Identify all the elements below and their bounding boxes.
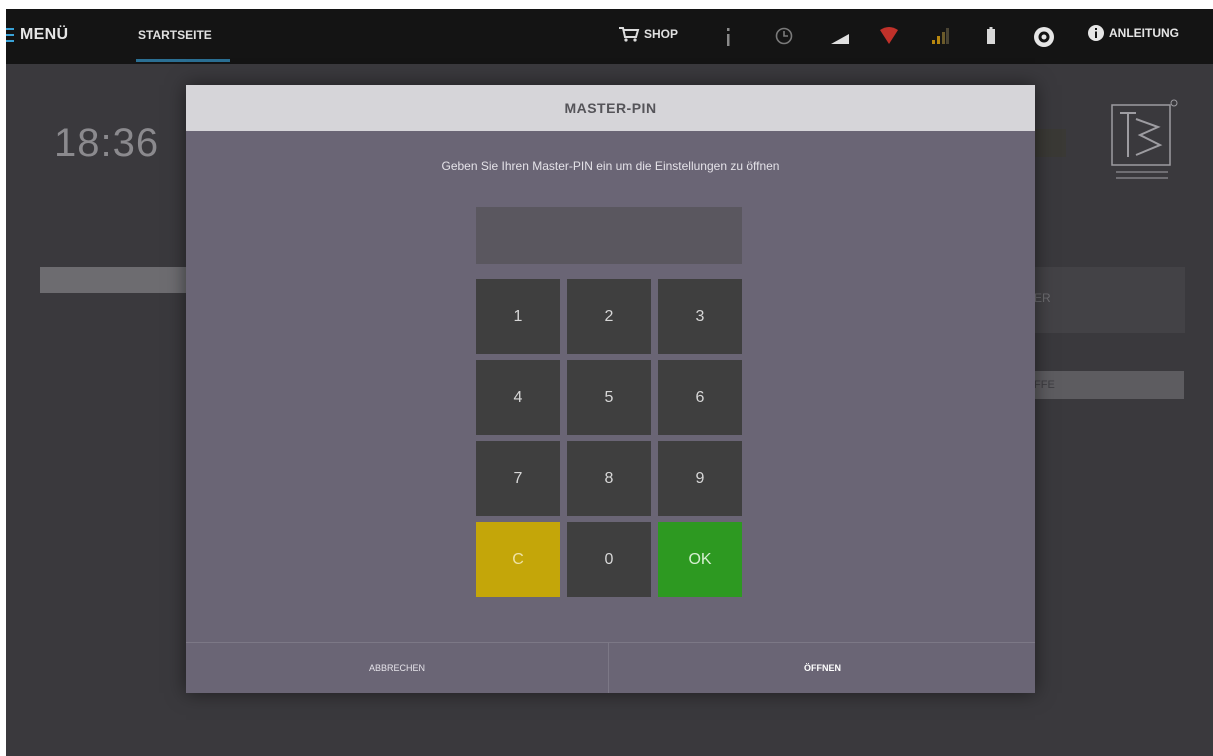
settings-circle-icon[interactable] bbox=[1033, 26, 1055, 48]
keypad-key-8[interactable]: 8 bbox=[567, 441, 651, 516]
master-pin-dialog: MASTER-PIN Geben Sie Ihren Master-PIN ei… bbox=[186, 85, 1035, 693]
app-screen: MENÜ STARTSEITE SHOP ANLEITUNG 18:36 ER … bbox=[6, 9, 1213, 756]
hamburger-icon bbox=[6, 28, 14, 42]
info-circle-icon bbox=[1088, 25, 1104, 41]
keypad-key-2[interactable]: 2 bbox=[567, 279, 651, 354]
pin-input-display[interactable] bbox=[476, 207, 742, 264]
battery-icon bbox=[987, 27, 995, 44]
cellular-icon bbox=[932, 28, 949, 44]
background-card: ER bbox=[1030, 267, 1185, 333]
tab-startseite-label: STARTSEITE bbox=[138, 28, 212, 42]
keypad-key-9[interactable]: 9 bbox=[658, 441, 742, 516]
keypad-key-3[interactable]: 3 bbox=[658, 279, 742, 354]
dialog-title: MASTER-PIN bbox=[564, 100, 657, 116]
keypad-key-0[interactable]: 0 bbox=[567, 522, 651, 597]
background-strip-label: FFE bbox=[1034, 379, 1055, 391]
tab-startseite[interactable]: STARTSEITE bbox=[130, 9, 234, 64]
dialog-header: MASTER-PIN bbox=[186, 85, 1035, 131]
shop-button[interactable]: SHOP bbox=[618, 25, 678, 43]
background-badge bbox=[1030, 129, 1066, 157]
signal-strength-icon bbox=[831, 34, 849, 44]
background-strip: FFE bbox=[1030, 371, 1184, 399]
keypad-key-1[interactable]: 1 bbox=[476, 279, 560, 354]
background-card-label: ER bbox=[1034, 291, 1051, 305]
help-label: ANLEITUNG bbox=[1109, 26, 1179, 40]
help-button[interactable]: ANLEITUNG bbox=[1088, 25, 1179, 41]
top-bar: MENÜ STARTSEITE SHOP ANLEITUNG bbox=[6, 9, 1213, 64]
clock-icon[interactable] bbox=[774, 26, 794, 46]
shopping-cart-icon bbox=[619, 27, 640, 42]
keypad-key-6[interactable]: 6 bbox=[658, 360, 742, 435]
clock-display: 18:36 bbox=[54, 121, 160, 165]
shop-label: SHOP bbox=[644, 27, 679, 41]
info-icon[interactable] bbox=[724, 26, 732, 48]
keypad-key-7[interactable]: 7 bbox=[476, 441, 560, 516]
cancel-button[interactable]: ABBRECHEN bbox=[186, 643, 609, 693]
keypad-clear-button[interactable]: C bbox=[476, 522, 560, 597]
dialog-footer: ABBRECHEN ÖFFNEN bbox=[186, 642, 1035, 693]
background-bar bbox=[40, 267, 200, 293]
open-button[interactable]: ÖFFNEN bbox=[610, 643, 1035, 693]
keypad-ok-button[interactable]: OK bbox=[658, 522, 742, 597]
menu-label: MENÜ bbox=[20, 26, 69, 43]
wifi-icon bbox=[880, 27, 898, 44]
active-tab-indicator bbox=[136, 59, 230, 62]
menu-button[interactable]: MENÜ bbox=[6, 23, 68, 47]
brand-logo bbox=[1111, 99, 1178, 179]
dialog-message: Geben Sie Ihren Master-PIN ein um die Ei… bbox=[441, 159, 780, 173]
keypad-key-4[interactable]: 4 bbox=[476, 360, 560, 435]
keypad-key-5[interactable]: 5 bbox=[567, 360, 651, 435]
